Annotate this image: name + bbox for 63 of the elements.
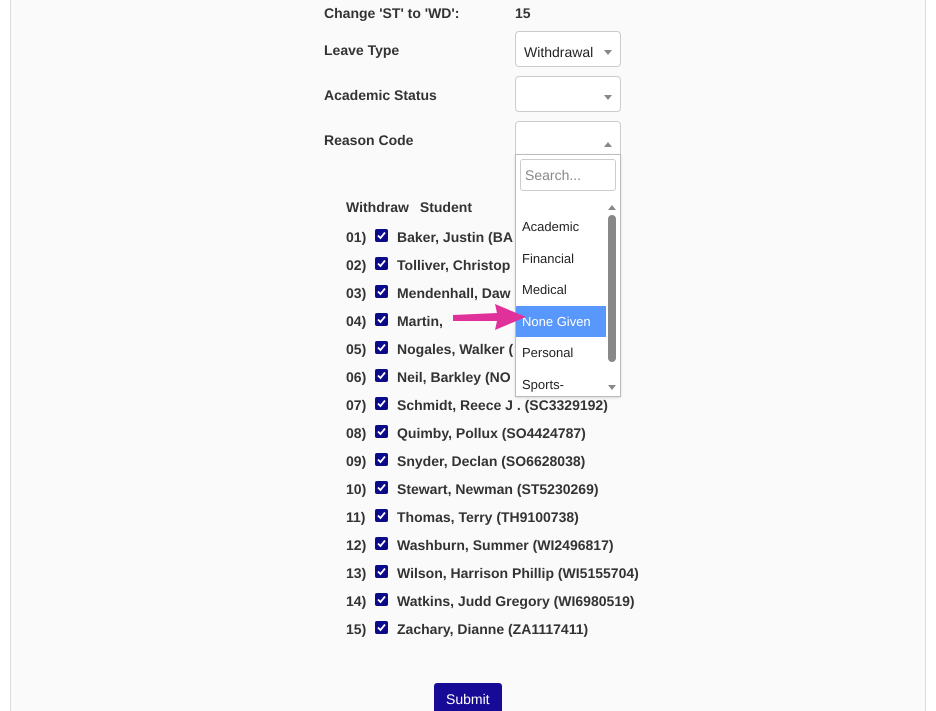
submit-button[interactable]: Submit	[434, 683, 502, 711]
student-name: Neil, Barkley (NO	[397, 368, 511, 387]
caret-icon	[604, 94, 612, 100]
checkbox[interactable]	[375, 508, 388, 522]
dropdown-option[interactable]: Academic	[516, 211, 606, 242]
student-name: Washburn, Summer (WI2496817)	[397, 536, 614, 555]
checkbox[interactable]	[375, 228, 388, 242]
checkbox[interactable]	[375, 620, 388, 634]
row-number: 14)	[346, 592, 368, 611]
student-name: Thomas, Terry (TH9100738)	[397, 508, 579, 527]
checkbox[interactable]	[375, 452, 388, 466]
select-field[interactable]: Withdrawal	[515, 31, 621, 67]
checkbox[interactable]	[375, 312, 388, 326]
checkbox[interactable]	[375, 340, 388, 354]
select-field[interactable]	[515, 76, 621, 112]
row-number: 09)	[346, 452, 368, 471]
checkbox[interactable]	[375, 536, 388, 550]
checkbox[interactable]	[375, 424, 388, 438]
student-name: Nogales, Walker (	[397, 340, 514, 359]
field-label: Academic Status	[324, 86, 438, 105]
summary-label: Change 'ST' to 'WD':	[324, 4, 460, 23]
column-header: Withdraw	[346, 198, 409, 216]
row-number: 01)	[346, 228, 368, 247]
row-number: 12)	[346, 536, 368, 555]
checkbox[interactable]	[375, 396, 388, 410]
field-label: Reason Code	[324, 131, 414, 150]
summary-count: 15	[515, 4, 531, 22]
student-name: Martin,	[397, 312, 443, 330]
student-name: Wilson, Harrison Phillip (WI5155704)	[397, 564, 639, 583]
row-number: 15)	[346, 620, 368, 639]
dropdown-option[interactable]: Medical	[516, 274, 606, 306]
student-name: Tolliver, Christop	[397, 256, 510, 275]
search-field[interactable]: Search...	[520, 159, 616, 191]
student-name: Zachary, Dianne (ZA1117411)	[397, 620, 588, 639]
row-number: 02)	[346, 256, 368, 275]
row-number: 08)	[346, 424, 368, 443]
checkbox[interactable]	[375, 284, 388, 298]
row-number: 10)	[346, 480, 368, 499]
caret-icon	[604, 50, 612, 54]
checkbox[interactable]	[375, 564, 388, 578]
student-name: Watkins, Judd Gregory (WI6980519)	[397, 592, 635, 611]
field-label: Leave Type	[324, 41, 400, 60]
row-number: 06)	[346, 368, 368, 387]
student-name: Snyder, Declan (SO6628038)	[397, 452, 586, 471]
select-field[interactable]	[515, 121, 621, 157]
row-number: 03)	[346, 284, 368, 303]
caret-icon	[604, 142, 612, 146]
row-number: 05)	[346, 340, 368, 359]
row-number: 11)	[346, 508, 366, 527]
student-name: Quimby, Pollux (SO4424787)	[397, 424, 586, 443]
student-name: Mendenhall, Daw	[397, 284, 511, 302]
checkbox[interactable]	[375, 368, 388, 382]
row-number: 13)	[346, 564, 368, 583]
checkbox[interactable]	[375, 592, 388, 606]
student-name: Baker, Justin (BA	[397, 228, 513, 247]
row-number: 07)	[346, 396, 368, 415]
row-number: 04)	[346, 312, 368, 331]
student-name: Stewart, Newman (ST5230269)	[397, 480, 599, 499]
dropdown-option[interactable]: Personal	[516, 337, 606, 368]
checkbox[interactable]	[375, 480, 388, 494]
column-header: Student	[420, 198, 472, 216]
checkbox[interactable]	[375, 256, 388, 270]
dropdown-option[interactable]: Financial	[516, 242, 606, 274]
